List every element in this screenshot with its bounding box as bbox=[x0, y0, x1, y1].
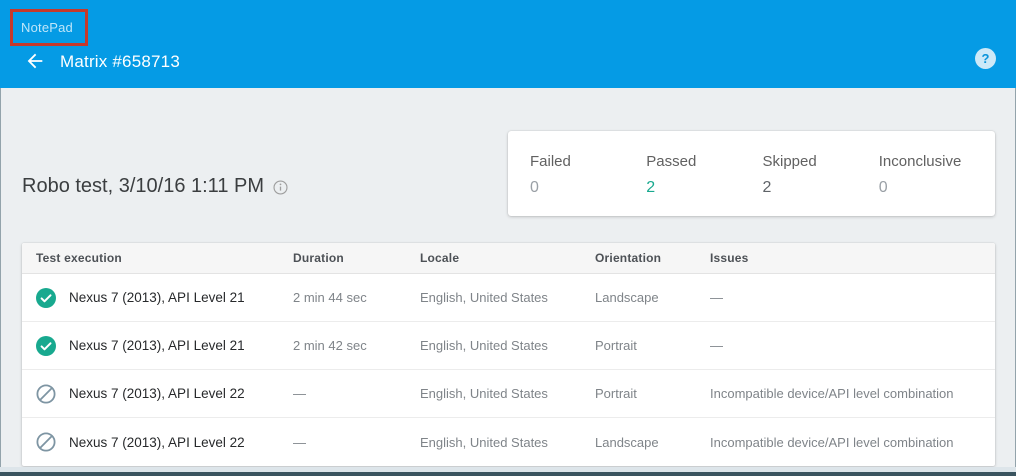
page-title: Matrix #658713 bbox=[60, 52, 180, 72]
column-header-test-execution: Test execution bbox=[22, 251, 293, 265]
test-lab-window: NotePad Matrix #658713 ? Robo test, 3/10… bbox=[0, 0, 1016, 476]
arrow-left-icon bbox=[24, 50, 46, 72]
stat-value: 2 bbox=[763, 179, 879, 197]
info-icon[interactable] bbox=[273, 180, 288, 195]
device-name: Nexus 7 (2013), API Level 22 bbox=[69, 435, 245, 450]
passed-check-icon bbox=[36, 336, 56, 356]
stat-failed: Failed 0 bbox=[530, 153, 646, 216]
stat-value: 0 bbox=[879, 179, 995, 197]
locale-cell: English, United States bbox=[420, 435, 595, 450]
stat-skipped: Skipped 2 bbox=[763, 153, 879, 216]
device-name: Nexus 7 (2013), API Level 21 bbox=[69, 290, 245, 305]
stat-inconclusive: Inconclusive 0 bbox=[879, 153, 995, 216]
duration-cell: 2 min 42 sec bbox=[293, 338, 420, 353]
duration-cell: — bbox=[293, 386, 420, 401]
skipped-blocked-icon bbox=[36, 384, 56, 404]
stat-label: Inconclusive bbox=[879, 153, 995, 170]
test-title-row: Robo test, 3/10/16 1:11 PM bbox=[22, 175, 288, 198]
device-name: Nexus 7 (2013), API Level 22 bbox=[69, 386, 245, 401]
stat-value[interactable]: 2 bbox=[646, 179, 762, 197]
device-name: Nexus 7 (2013), API Level 21 bbox=[69, 338, 245, 353]
table-row[interactable]: Nexus 7 (2013), API Level 22 — English, … bbox=[22, 370, 995, 418]
orientation-cell: Portrait bbox=[595, 338, 710, 353]
stat-value: 0 bbox=[530, 179, 646, 197]
issues-cell: Incompatible device/API level combinatio… bbox=[710, 435, 995, 450]
table-row[interactable]: Nexus 7 (2013), API Level 22 — English, … bbox=[22, 418, 995, 466]
locale-cell: English, United States bbox=[420, 338, 595, 353]
column-header-issues: Issues bbox=[710, 251, 995, 265]
orientation-cell: Landscape bbox=[595, 290, 710, 305]
issues-cell: — bbox=[710, 290, 995, 305]
column-header-duration: Duration bbox=[293, 251, 420, 265]
back-button[interactable] bbox=[23, 49, 47, 73]
locale-cell: English, United States bbox=[420, 386, 595, 401]
stat-label: Skipped bbox=[763, 153, 879, 170]
summary-card: Failed 0 Passed 2 Skipped 2 Inconclusive… bbox=[508, 131, 995, 216]
table-row[interactable]: Nexus 7 (2013), API Level 21 2 min 42 se… bbox=[22, 322, 995, 370]
stat-label: Passed bbox=[646, 153, 762, 170]
column-header-locale: Locale bbox=[420, 251, 595, 265]
stat-label: Failed bbox=[530, 153, 646, 170]
table-row[interactable]: Nexus 7 (2013), API Level 21 2 min 44 se… bbox=[22, 274, 995, 322]
stat-passed: Passed 2 bbox=[646, 153, 762, 216]
issues-cell: Incompatible device/API level combinatio… bbox=[710, 386, 995, 401]
table-header-row: Test execution Duration Locale Orientati… bbox=[22, 243, 995, 274]
app-header: NotePad Matrix #658713 ? bbox=[0, 0, 1016, 88]
test-title: Robo test, 3/10/16 1:11 PM bbox=[22, 175, 264, 198]
results-table: Test execution Duration Locale Orientati… bbox=[22, 243, 995, 466]
window-bottom-edge bbox=[0, 467, 1016, 476]
skipped-blocked-icon bbox=[36, 432, 56, 452]
passed-check-icon bbox=[36, 288, 56, 308]
locale-cell: English, United States bbox=[420, 290, 595, 305]
column-header-orientation: Orientation bbox=[595, 251, 710, 265]
orientation-cell: Portrait bbox=[595, 386, 710, 401]
duration-cell: — bbox=[293, 435, 420, 450]
app-name-link[interactable]: NotePad bbox=[21, 20, 73, 35]
issues-cell: — bbox=[710, 338, 995, 353]
duration-cell: 2 min 44 sec bbox=[293, 290, 420, 305]
help-icon[interactable]: ? bbox=[975, 48, 996, 69]
orientation-cell: Landscape bbox=[595, 435, 710, 450]
